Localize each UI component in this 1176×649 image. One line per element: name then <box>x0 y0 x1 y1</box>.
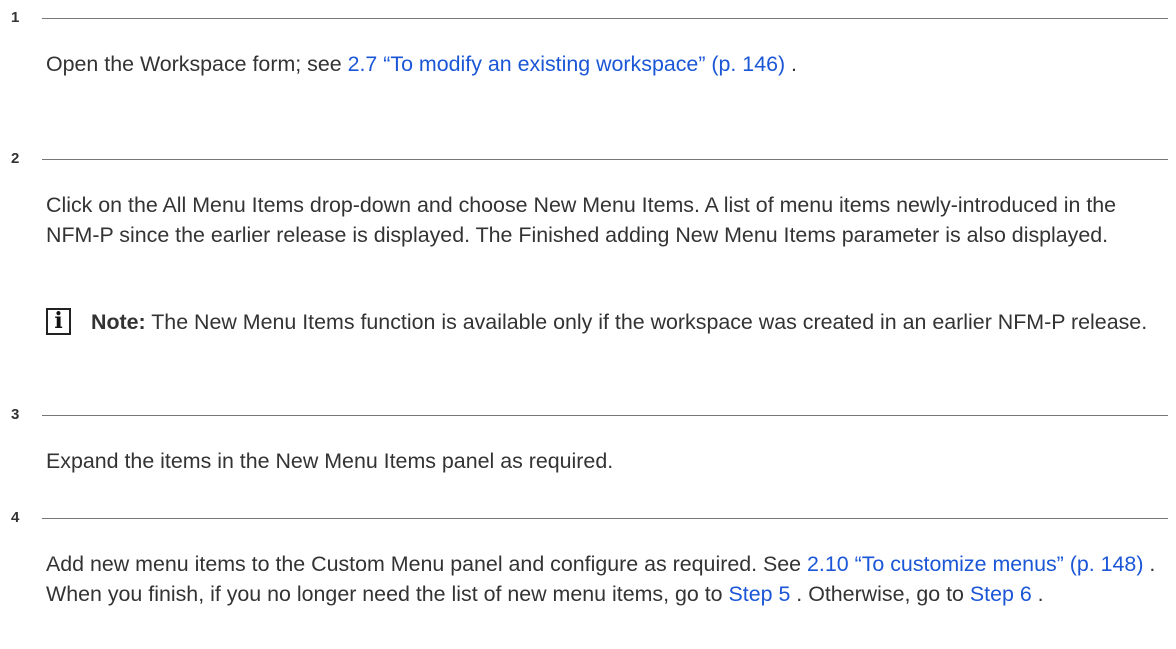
step-3: 3 Expand the items in the New Menu Items… <box>0 403 1176 473</box>
step-number: 4 <box>11 509 20 526</box>
link-customize-menus[interactable]: 2.10 “To customize menus” (p. 148) <box>807 552 1143 576</box>
step-body: Open the Workspace form; see 2.7 “To mod… <box>46 49 1156 79</box>
step-body: Expand the items in the New Menu Items p… <box>46 446 1156 476</box>
note-body: The New Menu Items function is available… <box>145 310 1148 334</box>
step-divider <box>42 18 1168 19</box>
step-text: . <box>1031 582 1044 606</box>
step-text: Expand the items in the New Menu Items p… <box>46 449 614 473</box>
step-divider <box>42 415 1168 416</box>
step-header: 2 <box>0 147 1176 171</box>
step-number: 2 <box>11 150 20 167</box>
info-icon: i <box>46 308 71 335</box>
link-step-5[interactable]: Step 5 <box>729 582 791 606</box>
link-step-6[interactable]: Step 6 <box>970 582 1032 606</box>
step-text: . <box>785 52 797 76</box>
note-text: Note: The New Menu Items function is ava… <box>91 307 1151 337</box>
step-body: Add new menu items to the Custom Menu pa… <box>46 549 1156 609</box>
step-1: 1 Open the Workspace form; see 2.7 “To m… <box>0 6 1176 76</box>
step-text: Click on the All Menu Items drop-down an… <box>46 193 1117 247</box>
step-text: Open the Workspace form; see <box>46 52 348 76</box>
step-header: 4 <box>0 506 1176 530</box>
step-number: 3 <box>11 406 20 423</box>
step-number: 1 <box>11 9 20 26</box>
link-modify-workspace[interactable]: 2.7 “To modify an existing workspace” (p… <box>348 52 786 76</box>
step-text: . Otherwise, go to <box>790 582 970 606</box>
step-header: 3 <box>0 403 1176 427</box>
step-text: Add new menu items to the Custom Menu pa… <box>46 552 807 576</box>
note-label: Note: <box>91 310 146 334</box>
step-body: Click on the All Menu Items drop-down an… <box>46 190 1156 250</box>
step-divider <box>42 159 1168 160</box>
step-2: 2 Click on the All Menu Items drop-down … <box>0 147 1176 335</box>
step-header: 1 <box>0 6 1176 30</box>
step-4: 4 Add new menu items to the Custom Menu … <box>0 506 1176 606</box>
step-divider <box>42 518 1168 519</box>
